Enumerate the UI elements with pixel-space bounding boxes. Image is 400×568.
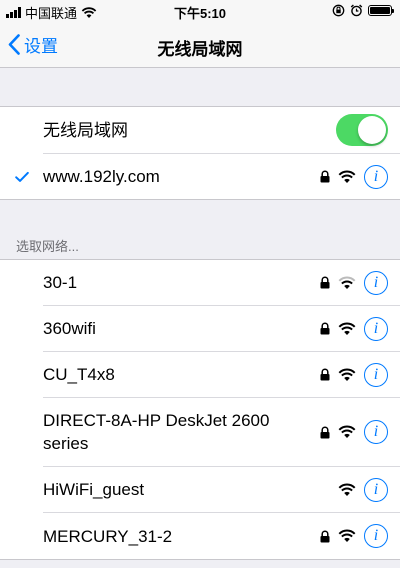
wifi-icon — [338, 170, 356, 183]
wifi-toggle-switch[interactable] — [336, 114, 388, 146]
network-row[interactable]: MERCURY_31-2 i — [43, 513, 400, 559]
network-row[interactable]: CU_T4x8 i — [43, 352, 400, 398]
wifi-toggle-row: 无线局域网 — [43, 107, 400, 154]
network-list: 30-1 i 360wifi i CU_T4x8 i DIRECT-8A-HP … — [0, 259, 400, 560]
lock-icon — [320, 276, 330, 289]
network-name: DIRECT-8A-HP DeskJet 2600 series — [43, 411, 270, 453]
status-bar: 中国联通 下午5:10 — [0, 0, 400, 22]
network-name: 360wifi — [43, 319, 96, 338]
connected-network-name: www.192ly.com — [43, 167, 160, 186]
info-icon[interactable]: i — [364, 524, 388, 548]
wifi-icon — [338, 529, 356, 542]
info-icon[interactable]: i — [364, 477, 388, 502]
toggle-knob — [358, 116, 386, 144]
wifi-icon — [338, 322, 356, 335]
info-icon[interactable]: i — [364, 316, 388, 341]
battery-icon — [368, 5, 394, 16]
wifi-group: 无线局域网 www.192ly.com i — [0, 106, 400, 200]
orientation-lock-icon — [332, 4, 345, 17]
lock-icon — [320, 170, 330, 183]
wifi-icon — [338, 276, 356, 289]
checkmark-icon — [15, 171, 29, 182]
wifi-icon — [338, 425, 356, 438]
info-icon[interactable]: i — [364, 362, 388, 387]
info-icon[interactable]: i — [364, 164, 388, 189]
network-name: CU_T4x8 — [43, 365, 115, 384]
alarm-icon — [350, 4, 363, 17]
connected-network-row[interactable]: www.192ly.com i — [15, 154, 400, 199]
lock-icon — [320, 322, 330, 335]
network-name: 30-1 — [43, 273, 78, 292]
network-name: HiWiFi_guest — [43, 480, 145, 499]
info-icon[interactable]: i — [364, 420, 388, 444]
page-title: 无线局域网 — [157, 40, 243, 59]
wifi-icon — [338, 368, 356, 381]
lock-icon — [320, 426, 330, 438]
network-row[interactable]: 30-1 i — [43, 260, 400, 306]
info-icon[interactable]: i — [364, 270, 388, 295]
network-row[interactable]: 360wifi i — [43, 306, 400, 352]
network-row[interactable]: HiWiFi_guest i — [43, 467, 400, 513]
wifi-toggle-label: 无线局域网 — [43, 120, 128, 140]
network-row[interactable]: DIRECT-8A-HP DeskJet 2600 series i — [43, 398, 400, 467]
wifi-icon — [338, 483, 356, 496]
lock-icon — [320, 368, 330, 381]
lock-icon — [320, 530, 330, 542]
section-header: 选取网络... — [16, 239, 79, 254]
status-right — [332, 4, 394, 17]
nav-bar: 设置 无线局域网 — [0, 22, 400, 68]
network-name: MERCURY_31-2 — [43, 526, 173, 546]
